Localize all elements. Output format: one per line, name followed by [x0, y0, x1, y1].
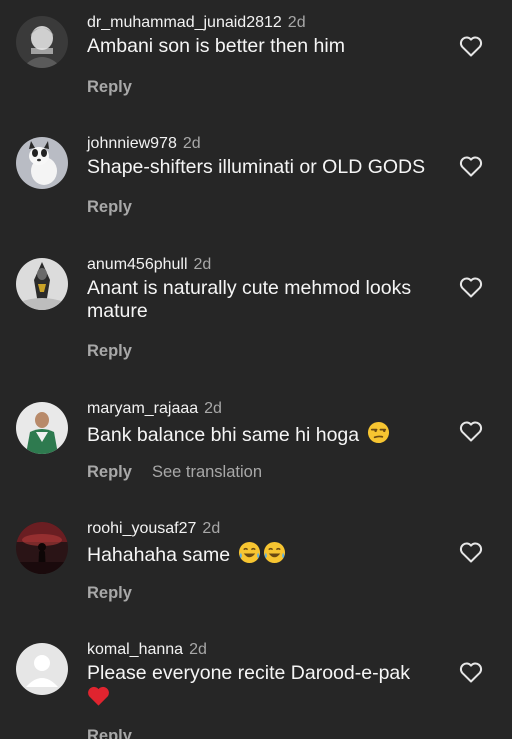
red-heart-emoji: [88, 686, 109, 706]
username[interactable]: maryam_rajaaa: [87, 400, 198, 417]
reply-button[interactable]: Reply: [87, 463, 132, 481]
avatar[interactable]: [16, 522, 68, 574]
comment-text: Shape-shifters illuminati or OLD GODS: [87, 156, 426, 178]
username[interactable]: komal_hanna: [87, 641, 183, 658]
see-translation-button[interactable]: See translation: [152, 463, 262, 481]
timestamp: 2d: [204, 400, 222, 417]
tears-of-joy-emoji: [238, 541, 260, 564]
comment-item: johnniew978 2d Shape-shifters illuminati …: [0, 134, 512, 244]
comment-item: maryam_rajaaa 2d Bank balance bhi same hi…: [0, 399, 512, 509]
comment-text: Please everyone recite Darood-e-pak: [87, 662, 427, 710]
unamused-face-emoji: [367, 421, 389, 444]
avatar[interactable]: [16, 643, 68, 695]
comment-text-body: Please everyone recite Darood-e-pak: [87, 662, 411, 684]
timestamp: 2d: [287, 14, 306, 31]
reply-button[interactable]: Reply: [87, 727, 132, 739]
avatar[interactable]: [16, 402, 68, 454]
heart-outline-icon[interactable]: [459, 276, 483, 298]
username[interactable]: johnniew978: [87, 135, 177, 152]
comment-text: Anant is naturally cute mehmod looks mat…: [87, 277, 412, 322]
heart-outline-icon[interactable]: [459, 420, 483, 442]
reply-button[interactable]: Reply: [87, 584, 132, 602]
avatar[interactable]: [16, 16, 68, 68]
heart-outline-icon[interactable]: [459, 155, 483, 177]
heart-outline-icon[interactable]: [459, 541, 483, 563]
reply-button[interactable]: Reply: [87, 342, 132, 360]
reply-button[interactable]: Reply: [87, 78, 132, 96]
timestamp: 2d: [193, 256, 212, 273]
tears-of-joy-emoji: [263, 541, 285, 564]
heart-outline-icon[interactable]: [459, 661, 483, 683]
comment-text: Ambani son is better then him: [87, 35, 345, 57]
comment-item: roohi_yousaf27 2d Hahahaha same Reply: [0, 519, 512, 629]
comment-text: Hahahaha same: [87, 541, 437, 567]
timestamp: 2d: [202, 520, 221, 537]
comments-list: dr_muhammad_junaid2812 2d Ambani son is b…: [0, 0, 512, 739]
comment-item: anum456phull 2d Anant is naturally cute m…: [0, 255, 512, 385]
comment-text-body: Bank balance bhi same hi hoga: [87, 424, 360, 446]
heart-outline-icon[interactable]: [459, 35, 483, 57]
avatar[interactable]: [16, 258, 68, 310]
comment-text: Bank balance bhi same hi hoga: [87, 421, 437, 447]
username[interactable]: roohi_yousaf27: [87, 520, 196, 537]
avatar[interactable]: [16, 137, 68, 189]
timestamp: 2d: [182, 135, 201, 152]
username[interactable]: dr_muhammad_junaid2812: [87, 14, 282, 31]
comment-item: dr_muhammad_junaid2812 2d Ambani son is b…: [0, 13, 512, 123]
comment-item: komal_hanna 2d Please everyone recite Dar…: [0, 640, 512, 739]
reply-button[interactable]: Reply: [87, 198, 132, 216]
comment-text-body: Hahahaha same: [87, 544, 231, 566]
timestamp: 2d: [189, 641, 207, 658]
username[interactable]: anum456phull: [87, 256, 188, 273]
